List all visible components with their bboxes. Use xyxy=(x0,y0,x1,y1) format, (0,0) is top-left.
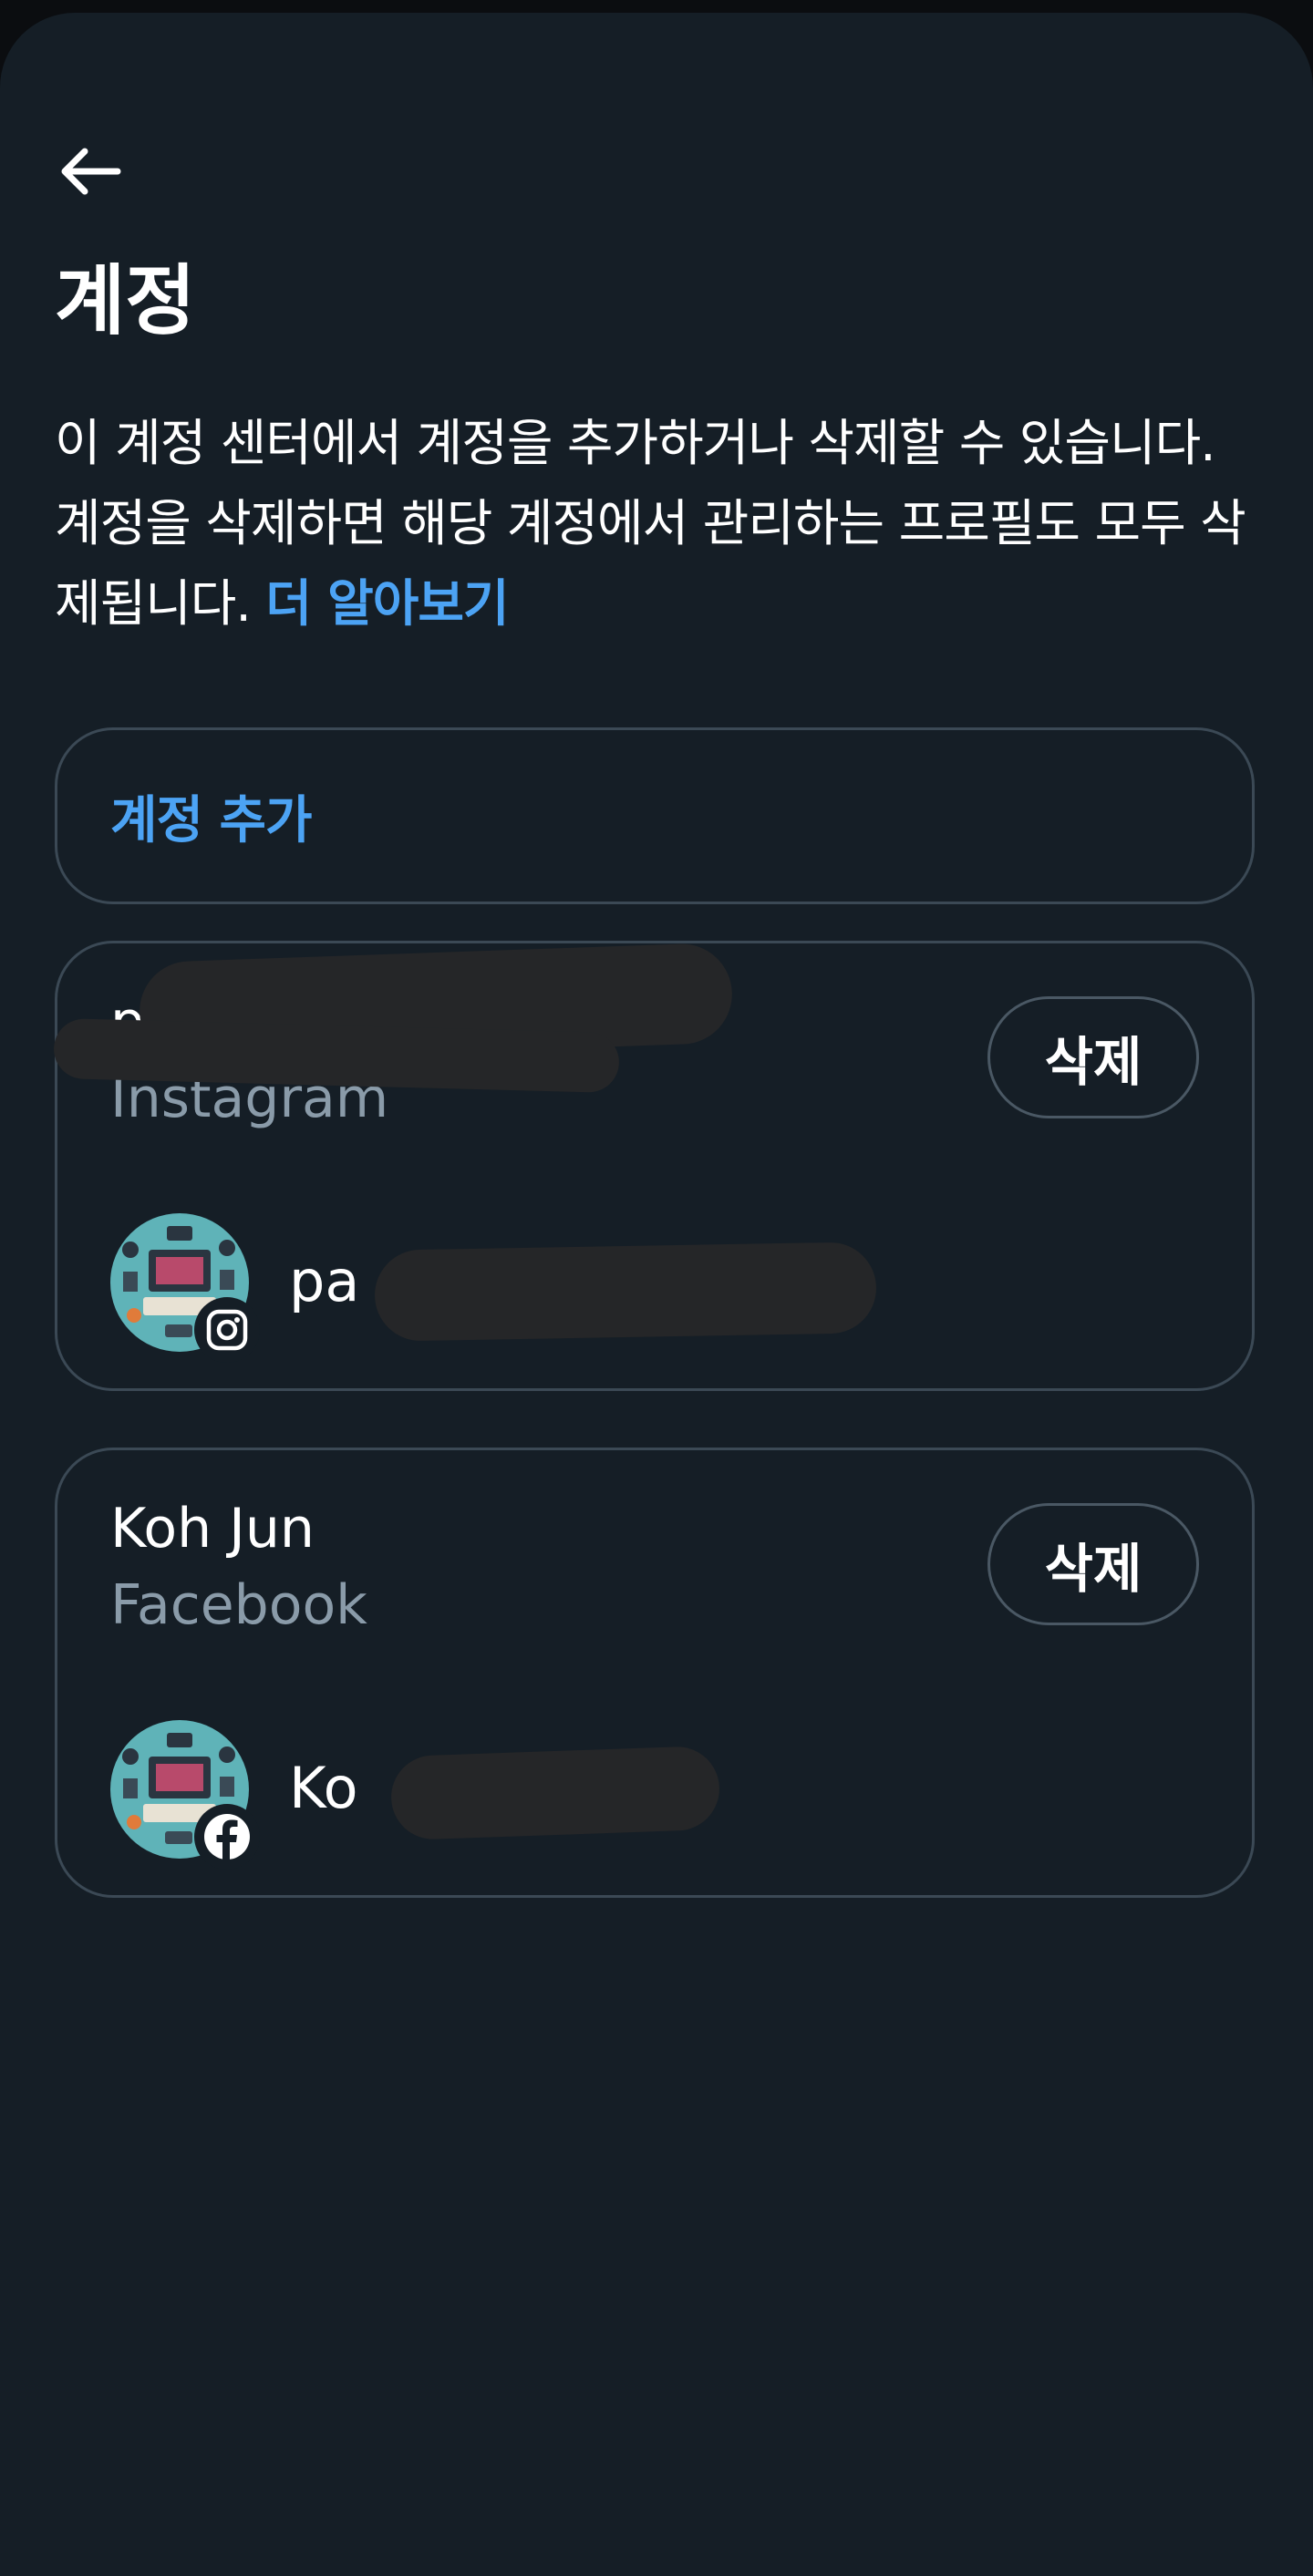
profile-name: pa xyxy=(289,1248,360,1314)
profile-name: Ko xyxy=(289,1755,358,1821)
add-account-button[interactable]: 계정 추가 xyxy=(55,727,1255,904)
facebook-icon xyxy=(194,1804,260,1870)
account-platform: Facebook xyxy=(110,1573,367,1637)
learn-more-link[interactable]: 더 알아보기 xyxy=(265,574,509,633)
accounts-sheet: 계정 이 계정 센터에서 계정을 추가하거나 삭제할 수 있습니다. 계정을 삭… xyxy=(0,13,1313,2576)
instagram-icon xyxy=(194,1297,260,1363)
arrow-left-icon xyxy=(61,148,121,195)
profile-row[interactable]: pa xyxy=(110,1213,1199,1363)
redaction-mark xyxy=(389,1745,721,1841)
profile-row[interactable]: Ko xyxy=(110,1720,1199,1870)
account-name: Koh Jun xyxy=(110,1497,315,1561)
delete-account-button[interactable]: 삭제 xyxy=(987,996,1199,1118)
back-button[interactable] xyxy=(51,133,128,210)
account-card-instagram: pa Instagram 삭제 xyxy=(53,941,1255,1391)
page-description: 이 계정 센터에서 계정을 추가하거나 삭제할 수 있습니다. 계정을 삭제하면… xyxy=(55,403,1258,644)
account-card-facebook: Koh Jun Facebook 삭제 Ko xyxy=(55,1448,1255,1898)
page-title: 계정 xyxy=(55,256,196,345)
redaction-mark xyxy=(374,1242,877,1342)
description-text: 이 계정 센터에서 계정을 추가하거나 삭제할 수 있습니다. 계정을 삭제하면… xyxy=(55,414,1246,633)
delete-account-button[interactable]: 삭제 xyxy=(987,1503,1199,1625)
add-account-label: 계정 추가 xyxy=(110,790,313,850)
